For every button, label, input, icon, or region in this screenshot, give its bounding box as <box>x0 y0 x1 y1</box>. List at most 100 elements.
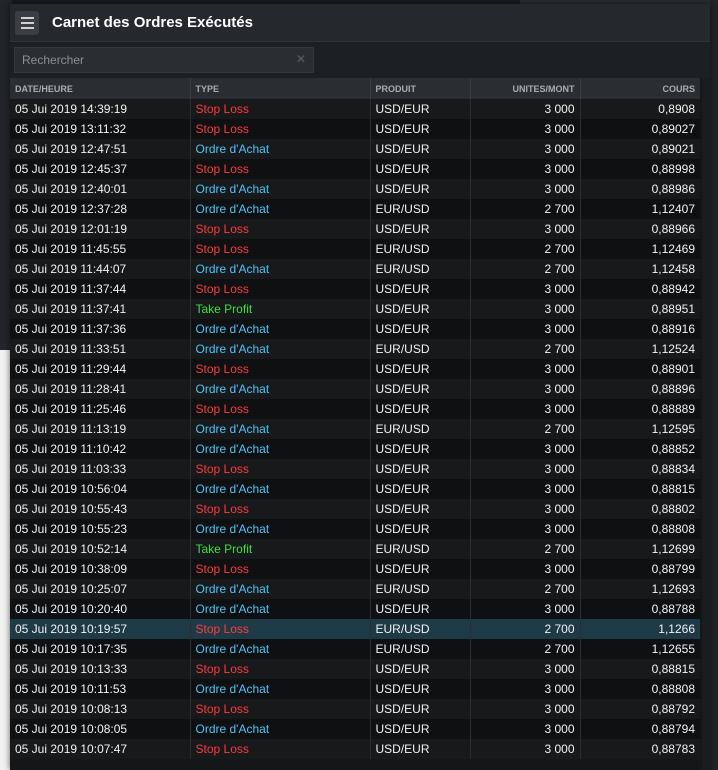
table-row[interactable]: 05 Jui 2019 11:37:44 Stop Loss USD/EUR 3 00… <box>10 279 700 299</box>
cell-units: 3 000 <box>470 279 581 299</box>
cell-rate: 1,1266 <box>580 619 700 639</box>
cell-product: USD/EUR <box>370 479 471 499</box>
cell-product: EUR/USD <box>370 239 471 259</box>
column-header-rate[interactable]: COURS <box>580 78 700 99</box>
cell-date: 05 Jui 2019 14:39:19 <box>10 99 191 119</box>
cell-rate: 0,88834 <box>580 459 700 479</box>
table-row[interactable]: 05 Jui 2019 11:25:46 Stop Loss USD/EUR 3 00… <box>10 399 700 419</box>
cell-date: 05 Jui 2019 13:11:32 <box>10 119 191 139</box>
table-row[interactable]: 05 Jui 2019 10:55:43 Stop Loss USD/EUR 3 00… <box>10 499 700 519</box>
cell-date: 05 Jui 2019 10:56:04 <box>10 479 191 499</box>
table-row[interactable]: 05 Jui 2019 11:03:33 Stop Loss USD/EUR 3 00… <box>10 459 700 479</box>
cell-date: 05 Jui 2019 11:10:42 <box>10 439 191 459</box>
table-row[interactable]: 05 Jui 2019 10:11:53 Ordre d'Achat USD/EUR… <box>10 679 700 699</box>
cell-product: USD/EUR <box>370 679 471 699</box>
clear-search-icon[interactable]: ✕ <box>296 52 306 66</box>
table-row[interactable]: 05 Jui 2019 11:44:07 Ordre d'Achat EUR/USD… <box>10 259 700 279</box>
search-input[interactable] <box>14 47 314 73</box>
table-row[interactable]: 05 Jui 2019 12:37:28 Ordre d'Achat EUR/USD… <box>10 199 700 219</box>
table-row[interactable]: 05 Jui 2019 12:01:19 Stop Loss USD/EUR 3 00… <box>10 219 700 239</box>
cell-type: Ordre d'Achat <box>190 579 371 599</box>
table-row[interactable]: 05 Jui 2019 14:39:19 Stop Loss USD/EUR 3 00… <box>10 99 700 119</box>
cell-units: 3 000 <box>470 379 581 399</box>
cell-rate: 0,88808 <box>580 679 700 699</box>
cell-product: EUR/USD <box>370 539 471 559</box>
panel-titlebar: Carnet des Ordres Exécutés <box>10 4 710 42</box>
cell-units: 3 000 <box>470 99 581 119</box>
table-row[interactable]: 05 Jui 2019 10:52:14 Take Profit EUR/USD 2 … <box>10 539 700 559</box>
column-header-product[interactable]: PRODUIT <box>370 78 471 99</box>
cell-product: USD/EUR <box>370 119 471 139</box>
cell-date: 05 Jui 2019 10:08:13 <box>10 699 191 719</box>
table-row[interactable]: 05 Jui 2019 11:13:19 Ordre d'Achat EUR/USD… <box>10 419 700 439</box>
cell-product: USD/EUR <box>370 719 471 739</box>
cell-rate: 0,88901 <box>580 359 700 379</box>
column-header-type[interactable]: TYPE <box>190 78 371 99</box>
search-wrapper: ✕ <box>14 47 314 73</box>
cell-product: USD/EUR <box>370 439 471 459</box>
table-row[interactable]: 05 Jui 2019 11:10:42 Ordre d'Achat USD/EUR… <box>10 439 700 459</box>
table-row[interactable]: 05 Jui 2019 13:11:32 Stop Loss USD/EUR 3 00… <box>10 119 700 139</box>
cell-type: Ordre d'Achat <box>190 259 371 279</box>
cell-date: 05 Jui 2019 12:47:51 <box>10 139 191 159</box>
table-row[interactable]: 05 Jui 2019 10:08:05 Ordre d'Achat USD/EUR… <box>10 719 700 739</box>
cell-units: 3 000 <box>470 119 581 139</box>
table-row[interactable]: 05 Jui 2019 11:45:55 Stop Loss EUR/USD 2 70… <box>10 239 700 259</box>
cell-rate: 0,8908 <box>580 99 700 119</box>
table-row[interactable]: 05 Jui 2019 10:55:23 Ordre d'Achat USD/EUR… <box>10 519 700 539</box>
cell-rate: 1,12595 <box>580 419 700 439</box>
cell-units: 2 700 <box>470 639 581 659</box>
cell-units: 3 000 <box>470 159 581 179</box>
cell-product: EUR/USD <box>370 199 471 219</box>
hamburger-menu-icon[interactable] <box>15 10 39 35</box>
cell-rate: 1,12655 <box>580 639 700 659</box>
table-row[interactable]: 05 Jui 2019 12:47:51 Ordre d'Achat USD/EUR… <box>10 139 700 159</box>
table-row[interactable]: 05 Jui 2019 11:28:41 Ordre d'Achat USD/EUR… <box>10 379 700 399</box>
cell-type: Stop Loss <box>190 239 371 259</box>
table-row[interactable]: 05 Jui 2019 11:33:51 Ordre d'Achat EUR/USD… <box>10 339 700 359</box>
table-row[interactable]: 05 Jui 2019 11:37:41 Take Profit USD/EUR 3 … <box>10 299 700 319</box>
cell-type: Ordre d'Achat <box>190 599 371 619</box>
cell-rate: 0,88815 <box>580 659 700 679</box>
panel-title: Carnet des Ordres Exécutés <box>52 14 253 31</box>
table-row[interactable]: 05 Jui 2019 10:07:47 Stop Loss USD/EUR 3 00… <box>10 739 700 759</box>
table-row[interactable]: 05 Jui 2019 10:20:40 Ordre d'Achat USD/EUR… <box>10 599 700 619</box>
table-row[interactable]: 05 Jui 2019 12:45:37 Stop Loss USD/EUR 3 00… <box>10 159 700 179</box>
table-row[interactable]: 05 Jui 2019 12:40:01 Ordre d'Achat USD/EUR… <box>10 179 700 199</box>
cell-date: 05 Jui 2019 12:40:01 <box>10 179 191 199</box>
table-row[interactable]: 05 Jui 2019 10:19:57 Stop Loss EUR/USD 2 70… <box>10 619 700 639</box>
cell-rate: 1,12469 <box>580 239 700 259</box>
table-row[interactable]: 05 Jui 2019 10:08:13 Stop Loss USD/EUR 3 00… <box>10 699 700 719</box>
table-row[interactable]: 05 Jui 2019 10:13:33 Stop Loss USD/EUR 3 00… <box>10 659 700 679</box>
cell-product: USD/EUR <box>370 459 471 479</box>
cell-date: 05 Jui 2019 10:55:43 <box>10 499 191 519</box>
cell-rate: 1,12693 <box>580 579 700 599</box>
cell-product: USD/EUR <box>370 159 471 179</box>
column-header-units[interactable]: UNITES/MONT <box>470 78 581 99</box>
table-row[interactable]: 05 Jui 2019 10:17:35 Ordre d'Achat EUR/USD… <box>10 639 700 659</box>
table-row[interactable]: 05 Jui 2019 10:56:04 Ordre d'Achat USD/EUR… <box>10 479 700 499</box>
cell-units: 3 000 <box>470 599 581 619</box>
cell-type: Stop Loss <box>190 159 371 179</box>
cell-units: 2 700 <box>470 619 581 639</box>
cell-units: 2 700 <box>470 199 581 219</box>
cell-units: 3 000 <box>470 359 581 379</box>
cell-rate: 0,88794 <box>580 719 700 739</box>
table-scrollbar[interactable] <box>702 78 710 770</box>
cell-type: Ordre d'Achat <box>190 199 371 219</box>
cell-units: 3 000 <box>470 699 581 719</box>
column-header-date[interactable]: DATE/HEURE <box>10 78 191 99</box>
cell-product: USD/EUR <box>370 699 471 719</box>
cell-date: 05 Jui 2019 10:20:40 <box>10 599 191 619</box>
table-row[interactable]: 05 Jui 2019 10:25:07 Ordre d'Achat EUR/USD… <box>10 579 700 599</box>
cell-product: USD/EUR <box>370 599 471 619</box>
table-row[interactable]: 05 Jui 2019 11:29:44 Stop Loss USD/EUR 3 00… <box>10 359 700 379</box>
cell-rate: 0,88986 <box>580 179 700 199</box>
cell-units: 2 700 <box>470 259 581 279</box>
cell-type: Stop Loss <box>190 399 371 419</box>
cell-product: USD/EUR <box>370 279 471 299</box>
cell-rate: 0,88815 <box>580 479 700 499</box>
cell-units: 2 700 <box>470 239 581 259</box>
table-row[interactable]: 05 Jui 2019 11:37:36 Ordre d'Achat USD/EUR… <box>10 319 700 339</box>
table-row[interactable]: 05 Jui 2019 10:38:09 Stop Loss USD/EUR 3 00… <box>10 559 700 579</box>
